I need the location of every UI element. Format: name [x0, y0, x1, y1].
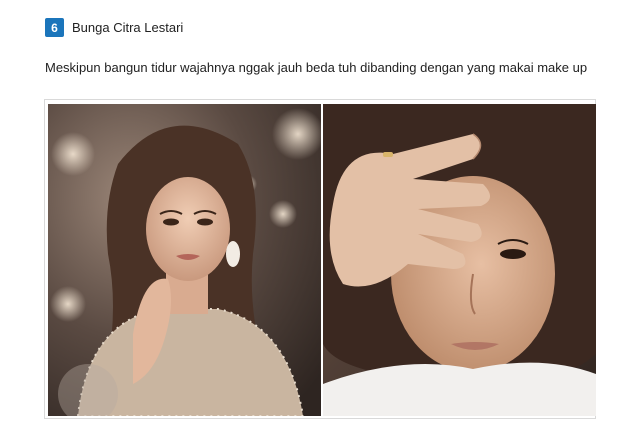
item-caption: Meskipun bangun tidur wajahnya nggak jau… — [45, 60, 588, 75]
photo-with-makeup — [48, 104, 321, 416]
item-number-badge: 6 — [45, 18, 64, 37]
photo-collage — [44, 99, 596, 419]
item-title: Bunga Citra Lestari — [72, 20, 184, 35]
item-heading: 6 Bunga Citra Lestari — [45, 18, 183, 37]
photo-no-makeup — [323, 104, 596, 416]
